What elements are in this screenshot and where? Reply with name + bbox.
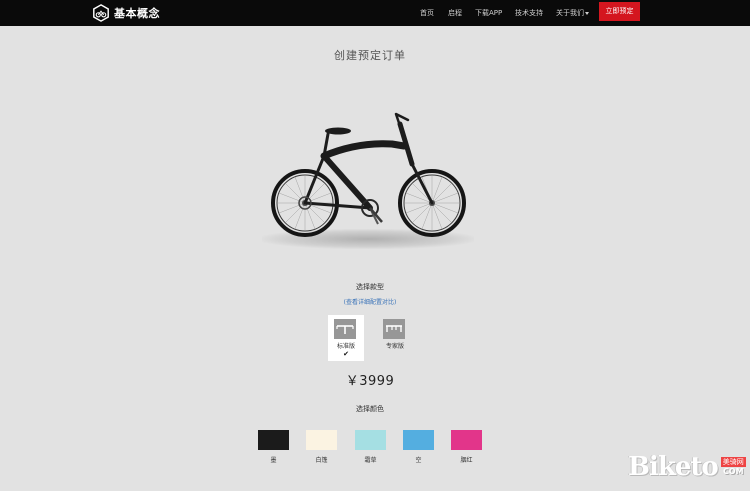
top-navbar: 基本概念 首页 启程 下载APP 技术支持 关于我们 立即预定 — [0, 0, 750, 26]
price-display: ￥3999 — [345, 374, 395, 389]
nav-item-support[interactable]: 技术支持 — [515, 8, 543, 18]
compare-config-link[interactable]: (查看详细配置对比) — [0, 297, 740, 306]
color-swatch-label: 胭红 — [460, 457, 473, 464]
version-label-standard: 标准版 — [336, 343, 355, 350]
color-swatch[interactable] — [403, 430, 434, 450]
nav-item-start[interactable]: 启程 — [448, 8, 462, 18]
color-section-label: 选择颜色 — [356, 405, 384, 413]
brand-name: 基本概念 — [114, 7, 160, 20]
brand-logo[interactable]: 基本概念 — [92, 3, 160, 23]
version-label-expert: 专家版 — [385, 343, 404, 350]
color-swatch-label: 白篷 — [315, 457, 328, 464]
handlebar-expert-icon — [383, 319, 405, 339]
nav-item-about[interactable]: 关于我们 — [556, 8, 589, 18]
nav-item-home[interactable]: 首页 — [420, 8, 434, 18]
preorder-button[interactable]: 立即预定 — [599, 2, 640, 21]
watermark-cn: 美骑网 — [720, 457, 746, 467]
handlebar-expert-glyph — [386, 325, 402, 332]
bike-product-image — [262, 104, 474, 252]
handlebar-standard-glyph — [336, 325, 354, 334]
biketo-watermark: Biketo 美骑网 COM — [628, 449, 746, 485]
bike-logo-icon — [93, 4, 109, 22]
watermark-badge: 美骑网 COM — [720, 457, 746, 477]
chevron-down-icon — [585, 11, 589, 15]
color-swatch[interactable] — [355, 430, 386, 450]
color-swatch-label: 霜草 — [364, 457, 377, 464]
nav-item-about-label: 关于我们 — [556, 9, 584, 17]
version-option-standard[interactable]: 标准版 ✔ — [328, 315, 364, 361]
handlebar-standard-icon — [334, 319, 356, 339]
color-swatch-label: 墨 — [270, 457, 277, 464]
check-icon: ✔ — [343, 350, 349, 358]
page-title: 创建预定订单 — [334, 49, 406, 62]
model-section-label: 选择款型 — [356, 283, 384, 291]
nav-item-download-app[interactable]: 下载APP — [475, 8, 502, 18]
watermark-com: COM — [722, 467, 744, 476]
version-option-expert[interactable]: 专家版 — [377, 315, 413, 361]
color-swatch[interactable] — [306, 430, 337, 450]
color-swatch-label: 空 — [415, 457, 422, 464]
color-swatch[interactable] — [258, 430, 289, 450]
color-swatch[interactable] — [451, 430, 482, 450]
watermark-text: Biketo — [628, 452, 719, 482]
bicycle-illustration — [271, 112, 466, 237]
